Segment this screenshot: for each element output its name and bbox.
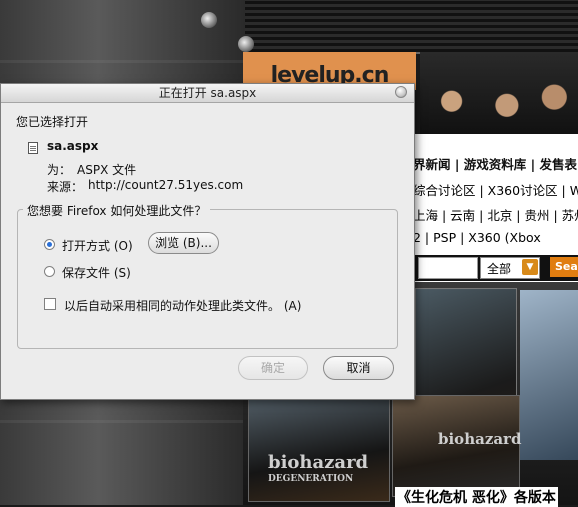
file-icon	[28, 142, 38, 154]
game-box-image[interactable]	[248, 395, 390, 502]
header-photo	[420, 52, 578, 134]
site-search-button[interactable]: Sea	[550, 257, 578, 277]
file-name: sa.aspx	[47, 139, 99, 153]
promo-caption-link[interactable]: 《生化危机 恶化》各版本	[395, 487, 558, 507]
open-with-radio[interactable]	[44, 239, 55, 250]
open-with-label[interactable]: 打开方式 (O)	[62, 237, 133, 254]
dialog-titlebar[interactable]: 正在打开 sa.aspx	[1, 84, 414, 103]
nav-row-news[interactable]: 界新闻 | 游戏资料库 | 发售表	[413, 154, 577, 173]
promo-title-degeneration: DEGENERATION	[268, 474, 354, 484]
chevron-down-icon: ▼	[522, 259, 538, 275]
cancel-button[interactable]: 取消	[323, 356, 394, 380]
dialog-title: 正在打开 sa.aspx	[158, 86, 257, 100]
close-icon[interactable]	[395, 86, 407, 98]
site-search-input[interactable]	[418, 257, 478, 279]
file-source-value: http://count27.51yes.com	[88, 178, 244, 192]
rivet-decoration	[238, 36, 254, 52]
nav-row-platforms[interactable]: 2 | PSP | X360 (Xbox	[413, 230, 541, 245]
file-source-label: 来源：	[47, 180, 84, 194]
save-file-radio[interactable]	[44, 266, 55, 277]
page-header-bar	[245, 0, 578, 54]
browse-button[interactable]: 浏览 (B)...	[148, 232, 219, 254]
file-type-value: ASPX 文件	[77, 163, 137, 177]
open-file-dialog: 正在打开 sa.aspx 您已选择打开 sa.aspx 为： ASPX 文件 来…	[0, 83, 415, 400]
save-file-label[interactable]: 保存文件 (S)	[62, 264, 131, 281]
promo-title-biohazard: biohazard	[438, 430, 522, 448]
site-search-category-select[interactable]: 全部 ▼	[480, 257, 540, 279]
auto-action-label[interactable]: 以后自动采用相同的动作处理此类文件。 (A)	[64, 297, 301, 314]
nav-row-forums[interactable]: 综合讨论区 | X360讨论区 | W	[413, 180, 578, 199]
auto-action-checkbox[interactable]	[44, 298, 56, 310]
nav-row-cities[interactable]: 上海 | 云南 | 北京 | 贵州 | 苏州 |	[413, 205, 578, 224]
action-group-label: 您想要 Firefox 如何处理此文件？	[23, 202, 211, 219]
game-box-image[interactable]	[520, 290, 578, 460]
site-search-category-value: 全部	[487, 262, 512, 276]
rivet-decoration	[201, 12, 217, 28]
promo-title-biohazard: biohazard	[268, 452, 369, 473]
file-type-label: 为：	[47, 163, 72, 177]
dialog-intro-text: 您已选择打开	[16, 115, 89, 129]
ok-button[interactable]: 确定	[238, 356, 308, 380]
